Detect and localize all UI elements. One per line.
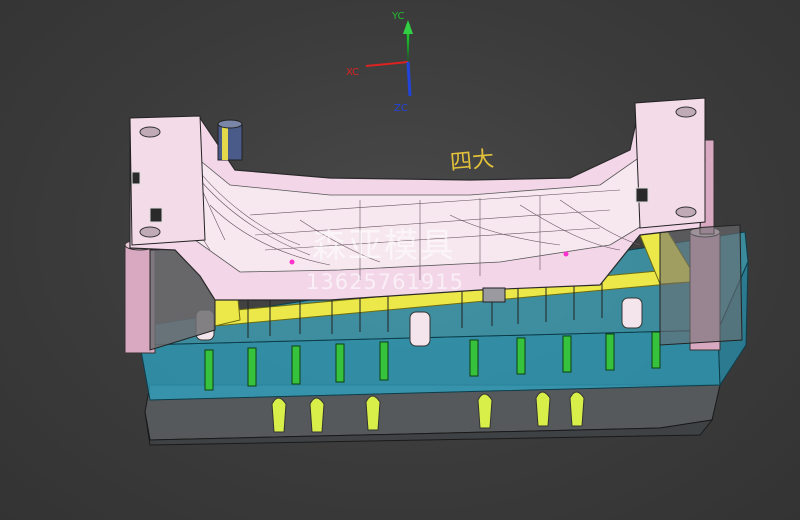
hydraulic-cylinder[interactable] (217, 119, 243, 161)
latch-block (131, 171, 141, 185)
clamp[interactable] (569, 391, 585, 427)
latch-block (635, 187, 649, 203)
clamp[interactable] (309, 397, 325, 433)
yc-label: YC (392, 11, 405, 22)
clamp[interactable] (271, 397, 287, 433)
datum-marker (289, 259, 295, 265)
bolt-hole (675, 206, 697, 218)
bolt-hole (139, 226, 161, 238)
yc-axis-head (403, 20, 413, 34)
zc-label: ZC (394, 103, 408, 114)
clamp[interactable] (365, 395, 381, 431)
triad-axes (365, 20, 413, 97)
side-block-right[interactable] (659, 224, 743, 346)
bolt-hole (675, 106, 697, 118)
clamp[interactable] (535, 391, 551, 427)
engraved-text-mark: 四大 (449, 147, 495, 176)
wcs-triad: YC XC ZC (330, 0, 430, 120)
latch-block (149, 207, 163, 223)
center-insert[interactable] (482, 287, 506, 303)
top-clamp-right[interactable] (634, 97, 706, 229)
bolt-hole (139, 126, 161, 138)
zc-axis-icon (406, 61, 412, 97)
xc-label: XC (346, 67, 360, 78)
clamp[interactable] (477, 393, 493, 429)
xc-axis-icon (365, 61, 409, 67)
top-clamp-left[interactable] (129, 115, 206, 246)
cad-graphics-viewport[interactable]: 四大 森亚模具 13625761915 YC XC ZC (0, 0, 800, 520)
datum-marker (563, 251, 569, 257)
